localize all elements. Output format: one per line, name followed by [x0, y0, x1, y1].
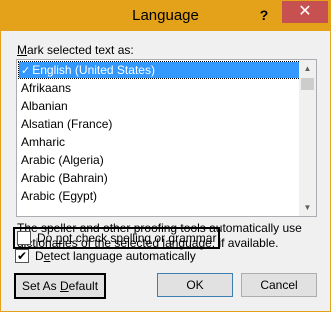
scroll-thumb[interactable] — [301, 78, 314, 90]
detect-language-option[interactable]: ✔ Detect language automatically — [15, 247, 196, 265]
list-item[interactable]: Arabic (Bahrain) — [19, 170, 300, 186]
list-item[interactable]: Amharic — [19, 134, 300, 150]
mark-selected-text-label: Mark selected text as: — [17, 43, 134, 57]
check-icon: ✓ — [21, 65, 31, 77]
language-list[interactable]: ✓ English (United States) Afrikaans Alban… — [16, 59, 317, 217]
set-as-default-button[interactable]: Set As Default — [14, 273, 106, 299]
no-check-spelling-option[interactable]: Do not check spelling or grammar — [13, 227, 221, 249]
no-check-spelling-checkbox[interactable] — [17, 231, 31, 245]
detect-language-checkbox[interactable]: ✔ — [15, 249, 29, 263]
close-button[interactable]: ✕ — [282, 1, 328, 23]
language-dialog: Language ? ✕ Mark selected text as: ✓ Eng… — [0, 0, 331, 312]
button-row: Set As Default OK Cancel — [9, 273, 322, 299]
title-bar[interactable]: Language ? ✕ — [1, 1, 330, 31]
scroll-down-arrow-icon[interactable]: ▼ — [299, 199, 316, 216]
detect-language-label: Detect language automatically — [35, 249, 196, 263]
no-check-spelling-label: Do not check spelling or grammar — [37, 231, 217, 245]
list-item[interactable]: Albanian — [19, 98, 300, 114]
list-item[interactable]: Arabic (Egypt) — [19, 188, 300, 204]
dialog-title: Language — [132, 7, 199, 24]
ok-button[interactable]: OK — [157, 273, 233, 297]
vertical-scrollbar[interactable]: ▲ ▼ — [299, 60, 316, 216]
list-item[interactable]: Alsatian (France) — [19, 116, 300, 132]
list-item[interactable]: Afrikaans — [19, 80, 300, 96]
list-item[interactable]: ✓ English (United States) — [18, 61, 301, 79]
dialog-body: Mark selected text as: ✓ English (United … — [9, 31, 322, 305]
list-item[interactable]: Arabic (Algeria) — [19, 152, 300, 168]
scroll-up-arrow-icon[interactable]: ▲ — [299, 60, 316, 77]
cancel-button[interactable]: Cancel — [241, 273, 317, 297]
help-button[interactable]: ? — [251, 4, 277, 26]
